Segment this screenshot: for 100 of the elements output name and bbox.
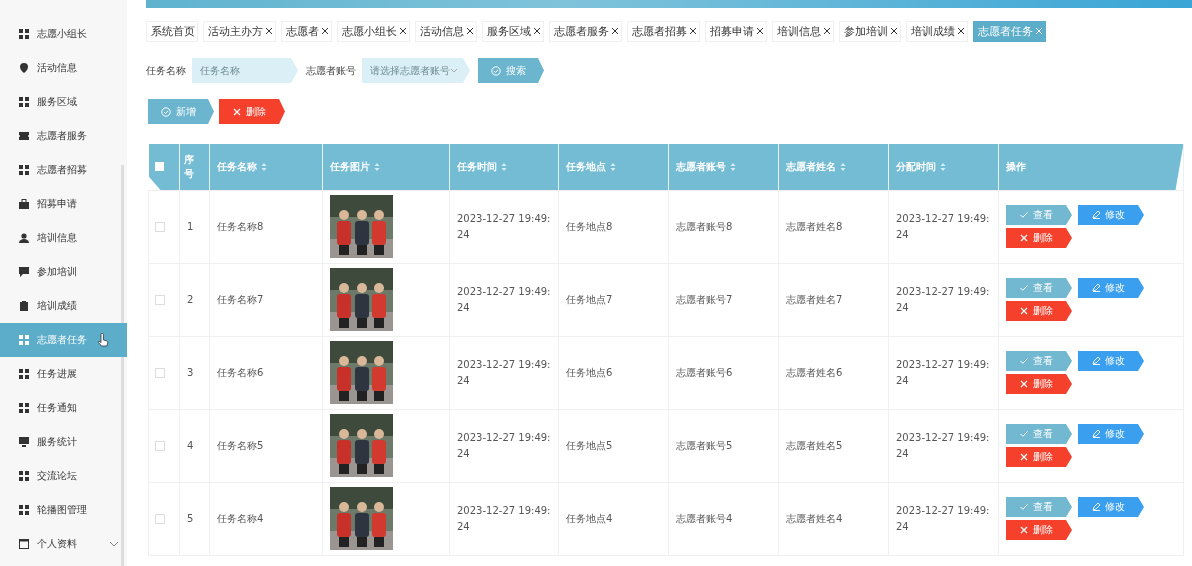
sidebar-item[interactable]: 招募申请 [0, 187, 127, 221]
tab[interactable]: 服务区域 [482, 20, 544, 42]
grid-icon [19, 335, 29, 345]
check-icon [1019, 285, 1028, 291]
close-icon [1019, 453, 1028, 461]
table-cell: 2023-12-27 19:49:24 [896, 285, 990, 313]
delete-button[interactable]: 删除 [1006, 374, 1072, 394]
tab[interactable]: 志愿者招募 [627, 20, 700, 42]
row-number: 4 [187, 439, 194, 451]
check-icon [1019, 358, 1028, 364]
ticket-icon [19, 131, 29, 141]
person-icon [19, 233, 29, 243]
delete-button[interactable]: 删除 [219, 99, 285, 124]
grid-icon [19, 165, 29, 175]
close-icon [232, 107, 241, 116]
check-circle-icon [160, 106, 171, 117]
tab[interactable]: 参加培训 [839, 20, 901, 42]
monitor-icon [19, 437, 29, 447]
sidebar-item[interactable]: 交流论坛 [0, 459, 127, 493]
tab[interactable]: 活动主办方 [203, 20, 276, 42]
checkbox[interactable] [155, 367, 165, 378]
table-cell: 任务名称6 [217, 366, 264, 378]
column-header: 序号 [184, 153, 195, 179]
delete-button[interactable]: 删除 [1006, 228, 1072, 248]
table-cell: 任务名称5 [217, 439, 264, 451]
chat-icon [19, 267, 29, 277]
table-cell: 志愿者姓名5 [786, 439, 843, 451]
select-field[interactable]: 请选择志愿者账号 [362, 58, 470, 83]
table-cell: 任务地点5 [566, 439, 613, 451]
checkbox[interactable] [155, 294, 165, 305]
checkbox[interactable] [154, 162, 164, 172]
sidebar-item[interactable]: 培训成绩 [0, 289, 127, 323]
grid-icon [19, 29, 29, 39]
table-cell: 志愿者姓名7 [786, 293, 843, 305]
table-cell: 任务名称8 [217, 220, 264, 232]
sidebar-item[interactable]: 任务进展 [0, 357, 127, 391]
check-icon [1019, 504, 1028, 510]
row-number: 1 [187, 220, 194, 232]
sidebar-item[interactable]: 志愿者服务 [0, 119, 127, 153]
row-number: 2 [187, 293, 194, 305]
table-cell: 志愿者账号5 [676, 439, 733, 451]
chevron-icon [450, 68, 458, 73]
checkbox[interactable] [155, 440, 165, 451]
table-cell: 志愿者姓名4 [786, 512, 843, 524]
tab[interactable]: 志愿小组长 [337, 20, 410, 42]
checkbox[interactable] [155, 513, 165, 524]
tab[interactable]: 志愿者服务 [549, 20, 622, 42]
checkbox[interactable] [155, 221, 165, 232]
grid-icon [19, 97, 29, 107]
sidebar-item[interactable]: 培训信息 [0, 221, 127, 255]
sidebar-item[interactable]: 志愿者招募 [0, 153, 127, 187]
row-number: 5 [187, 512, 194, 524]
table-cell: 任务地点8 [566, 220, 613, 232]
grid-icon [19, 403, 29, 413]
sidebar-item[interactable]: 服务区域 [0, 85, 127, 119]
table-cell: 任务地点7 [566, 293, 613, 305]
tab[interactable]: 招募申请 [705, 20, 767, 42]
table-cell: 志愿者账号4 [676, 512, 733, 524]
table-cell: 志愿者姓名6 [786, 366, 843, 378]
briefcase-icon [19, 199, 29, 209]
check-circle-icon [490, 65, 501, 76]
table-cell: 任务地点6 [566, 366, 613, 378]
sidebar-item[interactable]: 活动信息 [0, 51, 127, 85]
check-icon [1019, 431, 1028, 437]
table-cell: 志愿者账号8 [676, 220, 733, 232]
tab[interactable]: 培训成绩 [906, 20, 968, 42]
table-cell: 任务名称4 [217, 512, 264, 524]
sidebar-item[interactable]: 任务通知 [0, 391, 127, 425]
table-cell: 志愿者姓名8 [786, 220, 843, 232]
close-icon [1019, 234, 1028, 242]
tab[interactable]: 活动信息 [415, 20, 477, 42]
table-cell: 志愿者账号7 [676, 293, 733, 305]
sidebar-item[interactable]: 参加培训 [0, 255, 127, 289]
sidebar-item[interactable]: 个人资料 [0, 527, 127, 561]
close-icon [1019, 307, 1028, 315]
delete-button[interactable]: 删除 [1006, 447, 1072, 467]
sidebar-item[interactable]: 轮播图管理 [0, 493, 127, 527]
sidebar-item[interactable]: 服务统计 [0, 425, 127, 459]
table-cell: 志愿者账号6 [676, 366, 733, 378]
tab[interactable]: 志愿者 [281, 20, 332, 42]
delete-button[interactable]: 删除 [1006, 301, 1072, 321]
pencil-icon [1091, 430, 1100, 438]
tab[interactable]: 系统首页 [146, 20, 198, 42]
table-cell: 2023-12-27 19:49:24 [457, 504, 551, 532]
table-cell: 任务名称7 [217, 293, 264, 305]
input-field[interactable]: 任务名称 [192, 58, 298, 83]
field-label: 志愿者账号 [306, 63, 356, 78]
close-icon [1019, 380, 1028, 388]
check-icon [1019, 212, 1028, 218]
tab[interactable]: 培训信息 [772, 20, 834, 42]
cursor-icon [97, 333, 109, 347]
delete-button[interactable]: 删除 [1006, 520, 1072, 540]
window-icon [19, 539, 29, 549]
pencil-icon [1091, 357, 1100, 365]
table-cell: 2023-12-27 19:49:24 [896, 431, 990, 459]
sidebar-item[interactable]: 志愿小组长 [0, 17, 127, 51]
pencil-icon [1091, 284, 1100, 292]
table-cell: 2023-12-27 19:49:24 [457, 212, 551, 240]
table-cell: 2023-12-27 19:49:24 [457, 431, 551, 459]
row-number: 3 [187, 366, 194, 378]
